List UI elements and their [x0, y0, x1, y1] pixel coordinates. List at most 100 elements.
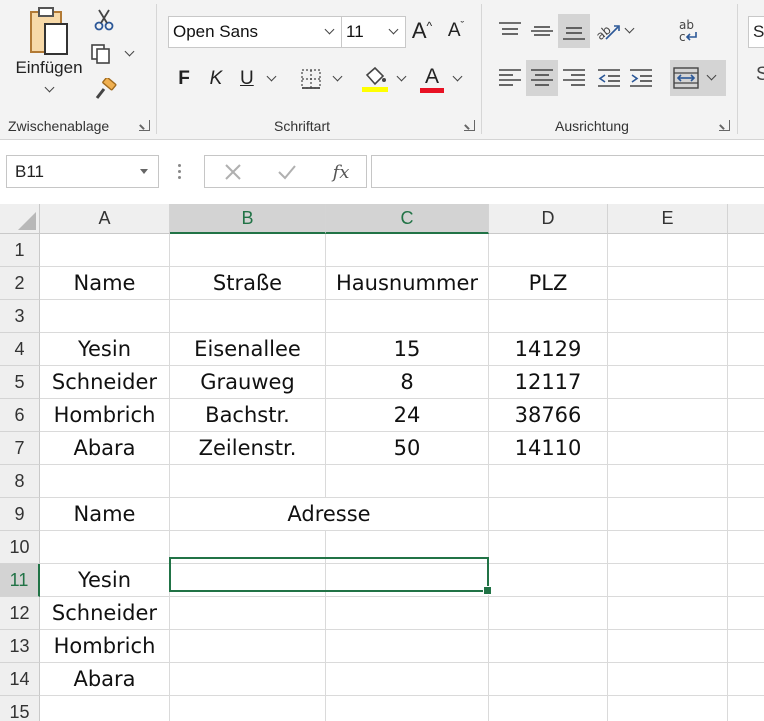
styles-partial-box[interactable]: St	[748, 16, 764, 48]
row-header-4[interactable]: 4	[0, 333, 40, 366]
cell-f11[interactable]	[728, 564, 764, 597]
cell-a9[interactable]: Name	[40, 498, 170, 531]
merge-center-button[interactable]	[670, 60, 726, 96]
column-header-d[interactable]: D	[489, 204, 608, 234]
cell-c10[interactable]	[326, 531, 489, 564]
cell-a11[interactable]: Yesin	[40, 564, 170, 597]
cell-e4[interactable]	[608, 333, 728, 366]
cell-bc9[interactable]: Adresse	[170, 498, 489, 531]
cell-e2[interactable]	[608, 267, 728, 300]
cell-f6[interactable]	[728, 399, 764, 432]
cell-d9[interactable]	[489, 498, 608, 531]
font-size-select[interactable]: 11	[341, 16, 406, 48]
cell-c15[interactable]	[326, 696, 489, 721]
cell-a2[interactable]: Name	[40, 267, 170, 300]
row-header-6[interactable]: 6	[0, 399, 40, 432]
cell-f2[interactable]	[728, 267, 764, 300]
align-right-button[interactable]	[558, 60, 590, 96]
cell-e11[interactable]	[608, 564, 728, 597]
cell-b11[interactable]	[170, 564, 326, 597]
grow-font-button[interactable]: A ^	[408, 16, 436, 46]
cell-a6[interactable]: Hombrich	[40, 399, 170, 432]
cell-a15[interactable]	[40, 696, 170, 721]
cell-d4[interactable]: 14129	[489, 333, 608, 366]
orientation-button[interactable]: ab	[594, 14, 640, 48]
cell-d1[interactable]	[489, 234, 608, 267]
column-header-b[interactable]: B	[170, 204, 326, 234]
cell-c11[interactable]	[326, 564, 489, 597]
enter-button[interactable]	[273, 158, 301, 186]
bold-button[interactable]: F	[170, 64, 198, 94]
cell-f8[interactable]	[728, 465, 764, 498]
cell-e12[interactable]	[608, 597, 728, 630]
row-header-7[interactable]: 7	[0, 432, 40, 465]
cell-a4[interactable]: Yesin	[40, 333, 170, 366]
cell-c14[interactable]	[326, 663, 489, 696]
select-all-button[interactable]	[0, 204, 40, 234]
cell-b1[interactable]	[170, 234, 326, 267]
cell-b13[interactable]	[170, 630, 326, 663]
row-header-2[interactable]: 2	[0, 267, 40, 300]
cell-e10[interactable]	[608, 531, 728, 564]
cell-e9[interactable]	[608, 498, 728, 531]
cell-d10[interactable]	[489, 531, 608, 564]
row-header-8[interactable]: 8	[0, 465, 40, 498]
underline-button[interactable]: U	[234, 64, 284, 94]
cell-a8[interactable]	[40, 465, 170, 498]
cell-b15[interactable]	[170, 696, 326, 721]
formula-input[interactable]	[371, 155, 764, 188]
cell-c13[interactable]	[326, 630, 489, 663]
font-launcher-icon[interactable]	[464, 120, 475, 131]
italic-button[interactable]: K	[202, 64, 230, 94]
cell-c6[interactable]: 24	[326, 399, 489, 432]
cancel-button[interactable]	[219, 158, 247, 186]
cell-d7[interactable]: 14110	[489, 432, 608, 465]
cell-d11[interactable]	[489, 564, 608, 597]
cell-b14[interactable]	[170, 663, 326, 696]
column-header-a[interactable]: A	[40, 204, 170, 234]
column-header-f[interactable]	[728, 204, 764, 234]
column-header-e[interactable]: E	[608, 204, 728, 234]
cell-e6[interactable]	[608, 399, 728, 432]
cell-f3[interactable]	[728, 300, 764, 333]
row-header-15[interactable]: 15	[0, 696, 40, 721]
cell-c3[interactable]	[326, 300, 489, 333]
row-header-13[interactable]: 13	[0, 630, 40, 663]
cell-f15[interactable]	[728, 696, 764, 721]
cell-c1[interactable]	[326, 234, 489, 267]
copy-button[interactable]	[90, 40, 138, 68]
cell-a5[interactable]: Schneider	[40, 366, 170, 399]
cell-d14[interactable]	[489, 663, 608, 696]
cell-b3[interactable]	[170, 300, 326, 333]
cell-d6[interactable]: 38766	[489, 399, 608, 432]
row-header-10[interactable]: 10	[0, 531, 40, 564]
align-top-button[interactable]	[494, 14, 526, 48]
shrink-font-button[interactable]: Aˇ	[442, 16, 470, 46]
cell-d13[interactable]	[489, 630, 608, 663]
row-header-3[interactable]: 3	[0, 300, 40, 333]
cell-f7[interactable]	[728, 432, 764, 465]
cell-e8[interactable]	[608, 465, 728, 498]
cell-a13[interactable]: Hombrich	[40, 630, 170, 663]
cell-c5[interactable]: 8	[326, 366, 489, 399]
cell-d12[interactable]	[489, 597, 608, 630]
cell-f10[interactable]	[728, 531, 764, 564]
cell-e13[interactable]	[608, 630, 728, 663]
cell-b10[interactable]	[170, 531, 326, 564]
cell-a7[interactable]: Abara	[40, 432, 170, 465]
font-name-select[interactable]: Open Sans	[168, 16, 342, 48]
paste-button[interactable]: Einfügen	[8, 4, 90, 104]
cell-f1[interactable]	[728, 234, 764, 267]
cell-c7[interactable]: 50	[326, 432, 489, 465]
fill-color-button[interactable]	[360, 62, 412, 96]
align-bottom-button[interactable]	[558, 14, 590, 48]
font-color-button[interactable]: A	[418, 62, 468, 96]
cell-f14[interactable]	[728, 663, 764, 696]
cell-a14[interactable]: Abara	[40, 663, 170, 696]
cell-e7[interactable]	[608, 432, 728, 465]
cell-d2[interactable]: PLZ	[489, 267, 608, 300]
insert-function-button[interactable]: fx	[325, 158, 357, 186]
cell-e1[interactable]	[608, 234, 728, 267]
row-header-11[interactable]: 11	[0, 564, 40, 597]
cell-f5[interactable]	[728, 366, 764, 399]
